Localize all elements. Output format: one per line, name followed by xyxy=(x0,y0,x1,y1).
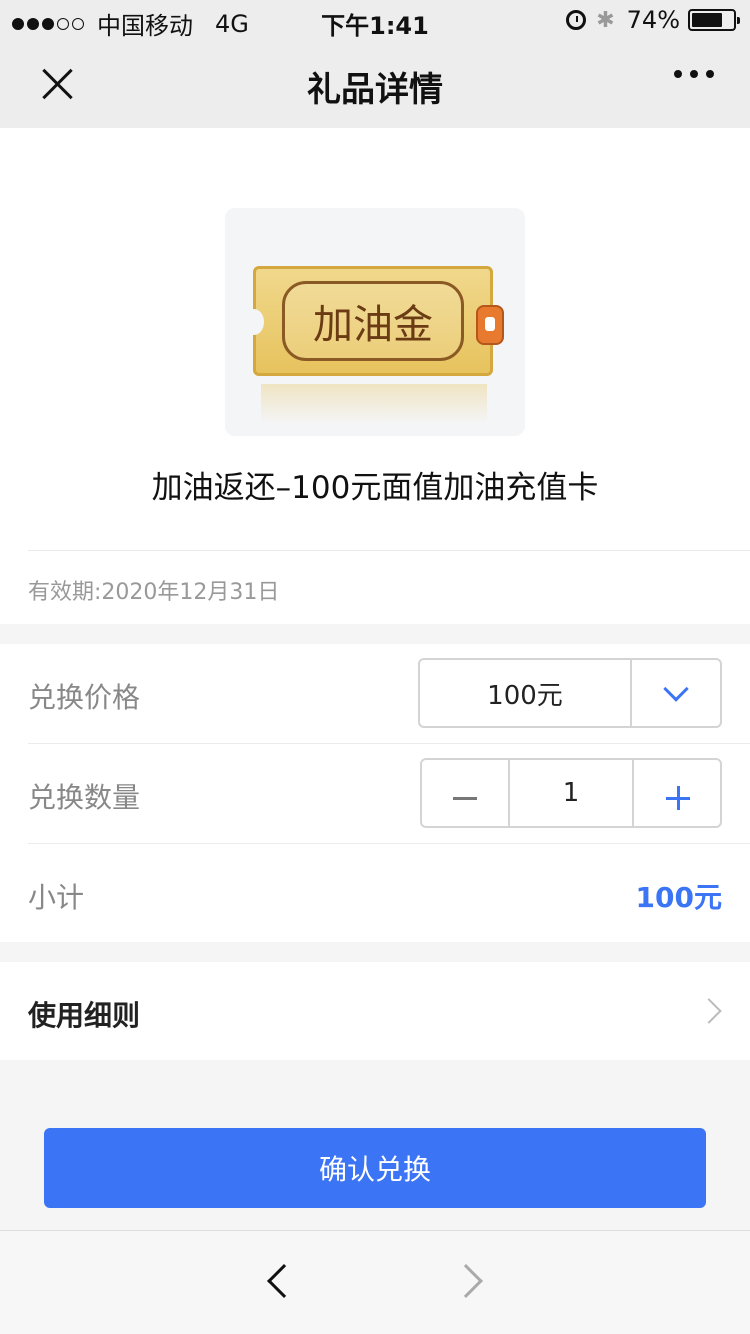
price-dropdown-button[interactable] xyxy=(632,660,720,726)
quantity-stepper[interactable]: 1 xyxy=(420,758,722,828)
product-card: 加油金 加油返还–100元面值加油充值卡 有效期:2020年12月31日 xyxy=(0,128,750,624)
quantity-row: 兑换数量 1 xyxy=(0,744,750,844)
subtotal-label: 小计 xyxy=(28,881,85,914)
back-icon[interactable] xyxy=(267,1264,301,1298)
price-row: 兑换价格 100元 xyxy=(0,644,750,744)
product-image: 加油金 xyxy=(225,208,525,436)
confirm-exchange-button[interactable]: 确认兑换 xyxy=(44,1128,706,1208)
bluetooth-icon: ✱ xyxy=(596,7,615,33)
price-value: 100元 xyxy=(420,660,632,726)
alarm-icon xyxy=(566,10,587,30)
usage-rules-row[interactable]: 使用细则 xyxy=(0,962,750,1060)
increase-button[interactable] xyxy=(634,760,720,826)
chevron-right-icon xyxy=(696,998,722,1024)
product-name: 加油返还–100元面值加油充值卡 xyxy=(151,470,599,506)
minus-icon xyxy=(453,796,477,800)
subtotal-row: 小计 100元 xyxy=(0,844,750,944)
chevron-down-icon xyxy=(663,676,689,702)
usage-rules-label: 使用细则 xyxy=(28,999,141,1032)
status-bar: 中国移动 4G 下午1:41 ✱ 74% xyxy=(0,0,750,40)
nav-bar: 礼品详情 xyxy=(0,40,750,128)
more-icon[interactable] xyxy=(666,70,714,78)
price-label: 兑换价格 xyxy=(28,681,141,714)
price-select[interactable]: 100元 xyxy=(418,658,722,728)
quantity-label: 兑换数量 xyxy=(28,781,141,814)
subtotal-value: 100元 xyxy=(635,881,722,914)
validity-date: 有效期:2020年12月31日 xyxy=(28,580,280,605)
battery-percent: 74% xyxy=(626,6,680,34)
coupon-text: 加油金 xyxy=(282,281,464,361)
browser-toolbar xyxy=(0,1230,750,1334)
forward-icon[interactable] xyxy=(449,1264,483,1298)
quantity-value[interactable]: 1 xyxy=(510,760,634,826)
decrease-button[interactable] xyxy=(422,760,510,826)
divider xyxy=(28,550,750,551)
exchange-options: 兑换价格 100元 兑换数量 1 小计 100元 xyxy=(0,644,750,942)
battery-icon xyxy=(688,9,740,31)
coupon-illustration: 加油金 xyxy=(244,266,504,376)
fuel-nozzle-icon xyxy=(476,305,504,345)
page-title: 礼品详情 xyxy=(307,70,443,110)
